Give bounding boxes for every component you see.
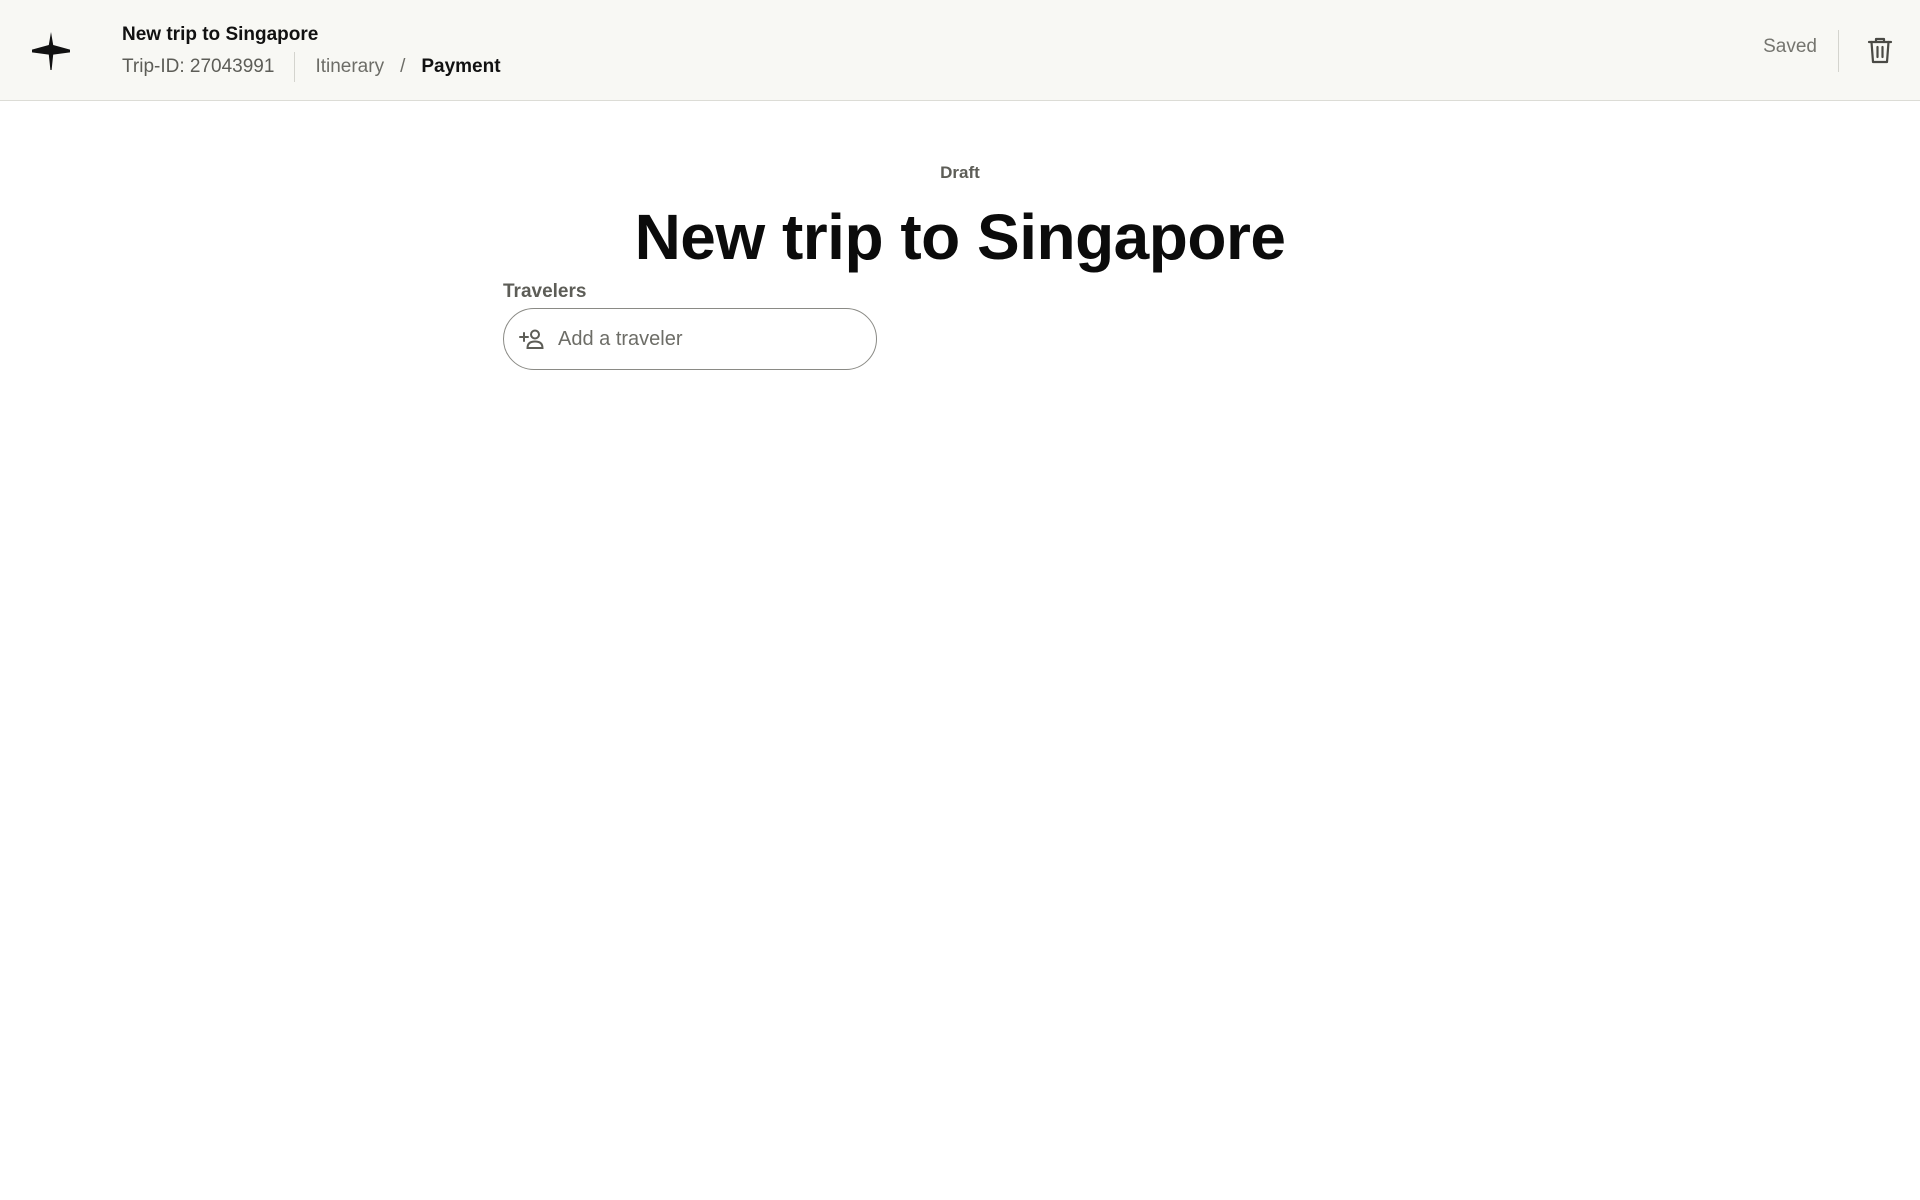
breadcrumb-payment[interactable]: Payment: [421, 56, 500, 78]
trip-title-block: New trip to Singapore Trip-ID: 27043991 …: [122, 22, 501, 82]
divider: [1838, 30, 1839, 72]
trip-subrow: Trip-ID: 27043991 Itinerary / Payment: [122, 52, 501, 82]
add-person-icon: [518, 325, 546, 353]
status-badge: Draft: [940, 163, 980, 182]
breadcrumb-separator: /: [400, 56, 406, 77]
save-status: Saved: [1763, 36, 1817, 57]
breadcrumb-itinerary[interactable]: Itinerary: [315, 56, 384, 78]
travelers-label: Travelers: [503, 281, 587, 302]
trash-icon[interactable]: [1865, 35, 1895, 65]
trip-id: Trip-ID: 27043991: [122, 56, 275, 77]
breadcrumb: Itinerary / Payment: [315, 56, 500, 78]
top-header: New trip to Singapore Trip-ID: 27043991 …: [0, 0, 1920, 101]
trip-title: New trip to Singapore: [122, 24, 319, 45]
plane-icon[interactable]: [30, 30, 72, 72]
add-traveler-field[interactable]: [503, 308, 877, 370]
page-title[interactable]: New trip to Singapore: [0, 200, 1920, 274]
divider: [294, 52, 296, 82]
add-traveler-input[interactable]: [558, 327, 858, 351]
